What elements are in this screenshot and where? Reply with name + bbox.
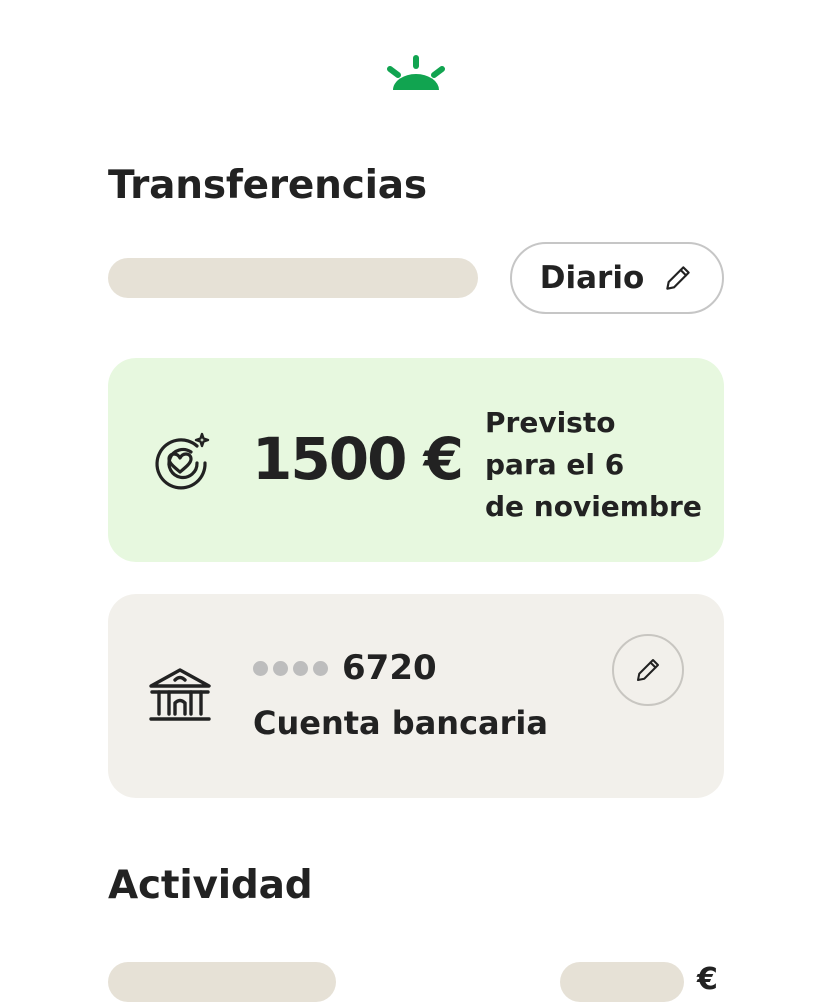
page-title: Transferencias [108,163,427,208]
sunrise-logo-icon [387,55,445,90]
loading-placeholder [560,962,684,1002]
goal-heart-icon [155,432,210,490]
schedule-line: Previsto [485,406,616,439]
transfer-amount-card: 1500 € Previsto para el 6 de noviembre [108,358,724,562]
bank-icon [149,668,211,721]
schedule-line: para el 6 [485,448,625,481]
pencil-icon [666,266,690,290]
transfer-amount: 1500 € [252,425,464,493]
frequency-button[interactable]: Diario [510,242,724,314]
transfer-screen: Transferencias Diario 1500 € Previsto pa… [0,0,832,1002]
bank-account-card: 6720 Cuenta bancaria [108,594,724,798]
account-type-label: Cuenta bancaria [253,704,548,742]
loading-placeholder [108,962,336,1002]
loading-placeholder [108,258,478,298]
account-last-digits: 6720 [342,648,437,688]
activity-title: Actividad [108,863,313,908]
currency-symbol: € [697,962,718,997]
masked-digits [253,660,328,676]
account-number-line: 6720 [253,648,437,688]
schedule-text: Previsto para el 6 de noviembre [485,402,702,528]
edit-account-button[interactable] [612,634,684,706]
frequency-label: Diario [539,260,645,296]
pencil-icon [637,659,659,681]
schedule-line: de noviembre [485,490,702,523]
